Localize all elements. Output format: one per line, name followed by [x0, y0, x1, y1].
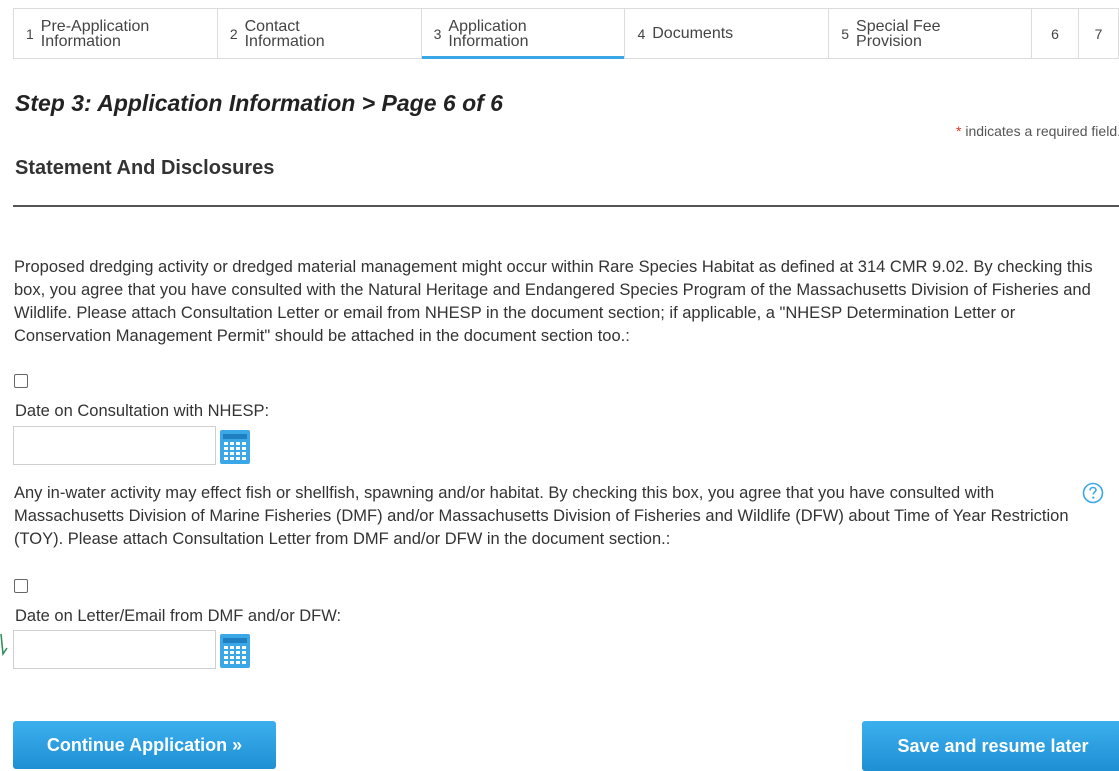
nhesp-date-input[interactable] — [13, 426, 216, 465]
step-navigation: 1 Pre-Application Information 2 Contact … — [13, 8, 1119, 59]
time-of-year-restriction-statement: Any in-water activity may effect fish or… — [14, 484, 1069, 548]
required-note-text: indicates a required field. — [961, 123, 1119, 139]
help-icon[interactable] — [1082, 482, 1104, 504]
step-number: 7 — [1094, 25, 1103, 42]
edge-arrow-icon — [0, 633, 8, 657]
toy-consultation-checkbox[interactable] — [14, 579, 28, 593]
page-title: Step 3: Application Information > Page 6… — [15, 90, 503, 116]
step-tab-7[interactable]: 7 — [1079, 9, 1119, 58]
step-number: 2 — [229, 25, 238, 42]
step-label: Documents — [652, 25, 734, 42]
step-tab-application-information[interactable]: 3 Application Information — [421, 9, 626, 59]
section-divider — [13, 205, 1119, 207]
step-number: 5 — [841, 25, 850, 42]
step-number: 4 — [637, 25, 646, 42]
nhesp-date-label: Date on Consultation with NHESP: — [15, 402, 270, 420]
dmf-dfw-date-label: Date on Letter/Email from DMF and/or DFW… — [15, 607, 342, 625]
required-field-note: * indicates a required field. — [956, 123, 1119, 139]
calendar-icon[interactable] — [220, 430, 250, 464]
section-title: Statement And Disclosures — [15, 157, 275, 179]
step-label: Application Information — [448, 17, 529, 50]
nhesp-consultation-statement: Proposed dredging activity or dredged ma… — [14, 258, 1093, 345]
step-number: 6 — [1051, 25, 1059, 42]
continue-application-button[interactable]: Continue Application » — [13, 721, 276, 769]
step-number: 1 — [26, 25, 34, 42]
step-number: 3 — [433, 25, 442, 42]
step-tab-6[interactable]: 6 — [1032, 9, 1080, 58]
step-tab-pre-application[interactable]: 1 Pre-Application Information — [14, 9, 218, 58]
dmf-dfw-date-input[interactable] — [13, 630, 216, 669]
nhesp-consultation-checkbox[interactable] — [14, 374, 28, 388]
step-label: Special Fee Provision — [856, 17, 941, 50]
step-label: Pre-Application Information — [40, 17, 150, 50]
step-tab-documents[interactable]: 4 Documents — [625, 9, 830, 58]
step-tab-special-fee-provision[interactable]: 5 Special Fee Provision — [829, 9, 1033, 58]
calendar-icon[interactable] — [220, 634, 250, 668]
step-tab-contact-information[interactable]: 2 Contact Information — [218, 9, 422, 58]
step-label: Contact Information — [244, 17, 325, 50]
